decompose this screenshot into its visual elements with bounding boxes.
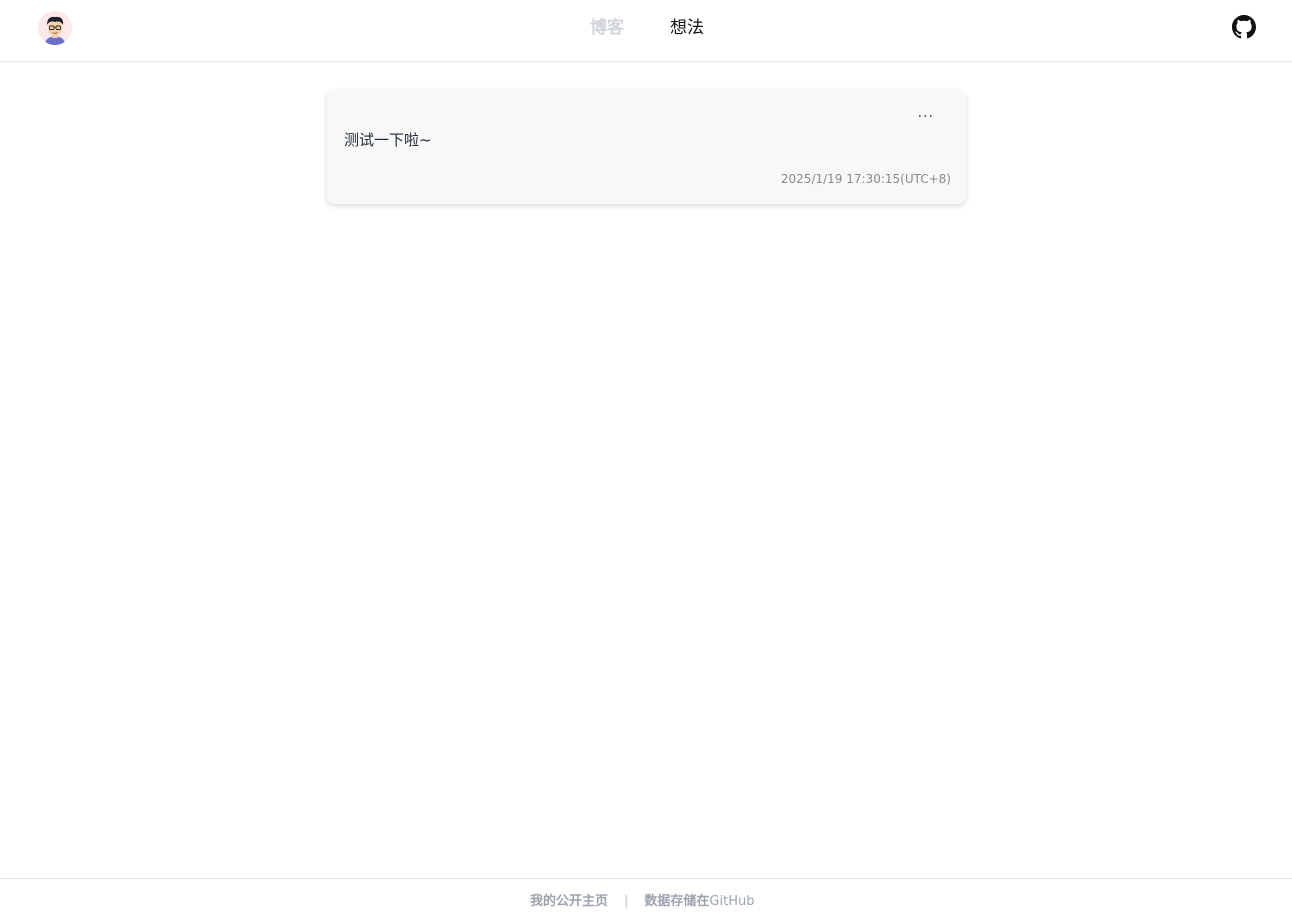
github-icon[interactable]: [1232, 15, 1256, 39]
thought-timestamp: 2025/1/19 17:30:15(UTC+8): [780, 172, 951, 186]
thought-content: 测试一下啦~: [344, 131, 432, 149]
main-nav: 博客 想法: [590, 16, 704, 40]
avatar-icon: [38, 11, 72, 45]
github-link[interactable]: GitHub: [709, 893, 754, 911]
top-header: 博客 想法: [0, 0, 1292, 62]
thought-card: ··· 测试一下啦~ 2025/1/19 17:30:15(UTC+8): [327, 90, 966, 204]
footer-separator: |: [624, 894, 629, 909]
footer-links: 我的公开主页 | 数据存储在 GitHub: [530, 893, 754, 911]
nav-thoughts[interactable]: 想法: [670, 16, 704, 40]
avatar[interactable]: [38, 11, 72, 45]
nav-blog[interactable]: 博客: [590, 16, 624, 40]
page-footer: 我的公开主页 | 数据存储在 GitHub: [0, 878, 1292, 924]
storage-label: 数据存储在: [644, 894, 710, 909]
public-homepage-link[interactable]: 我的公开主页: [530, 893, 608, 911]
more-options-icon[interactable]: ···: [918, 110, 934, 124]
